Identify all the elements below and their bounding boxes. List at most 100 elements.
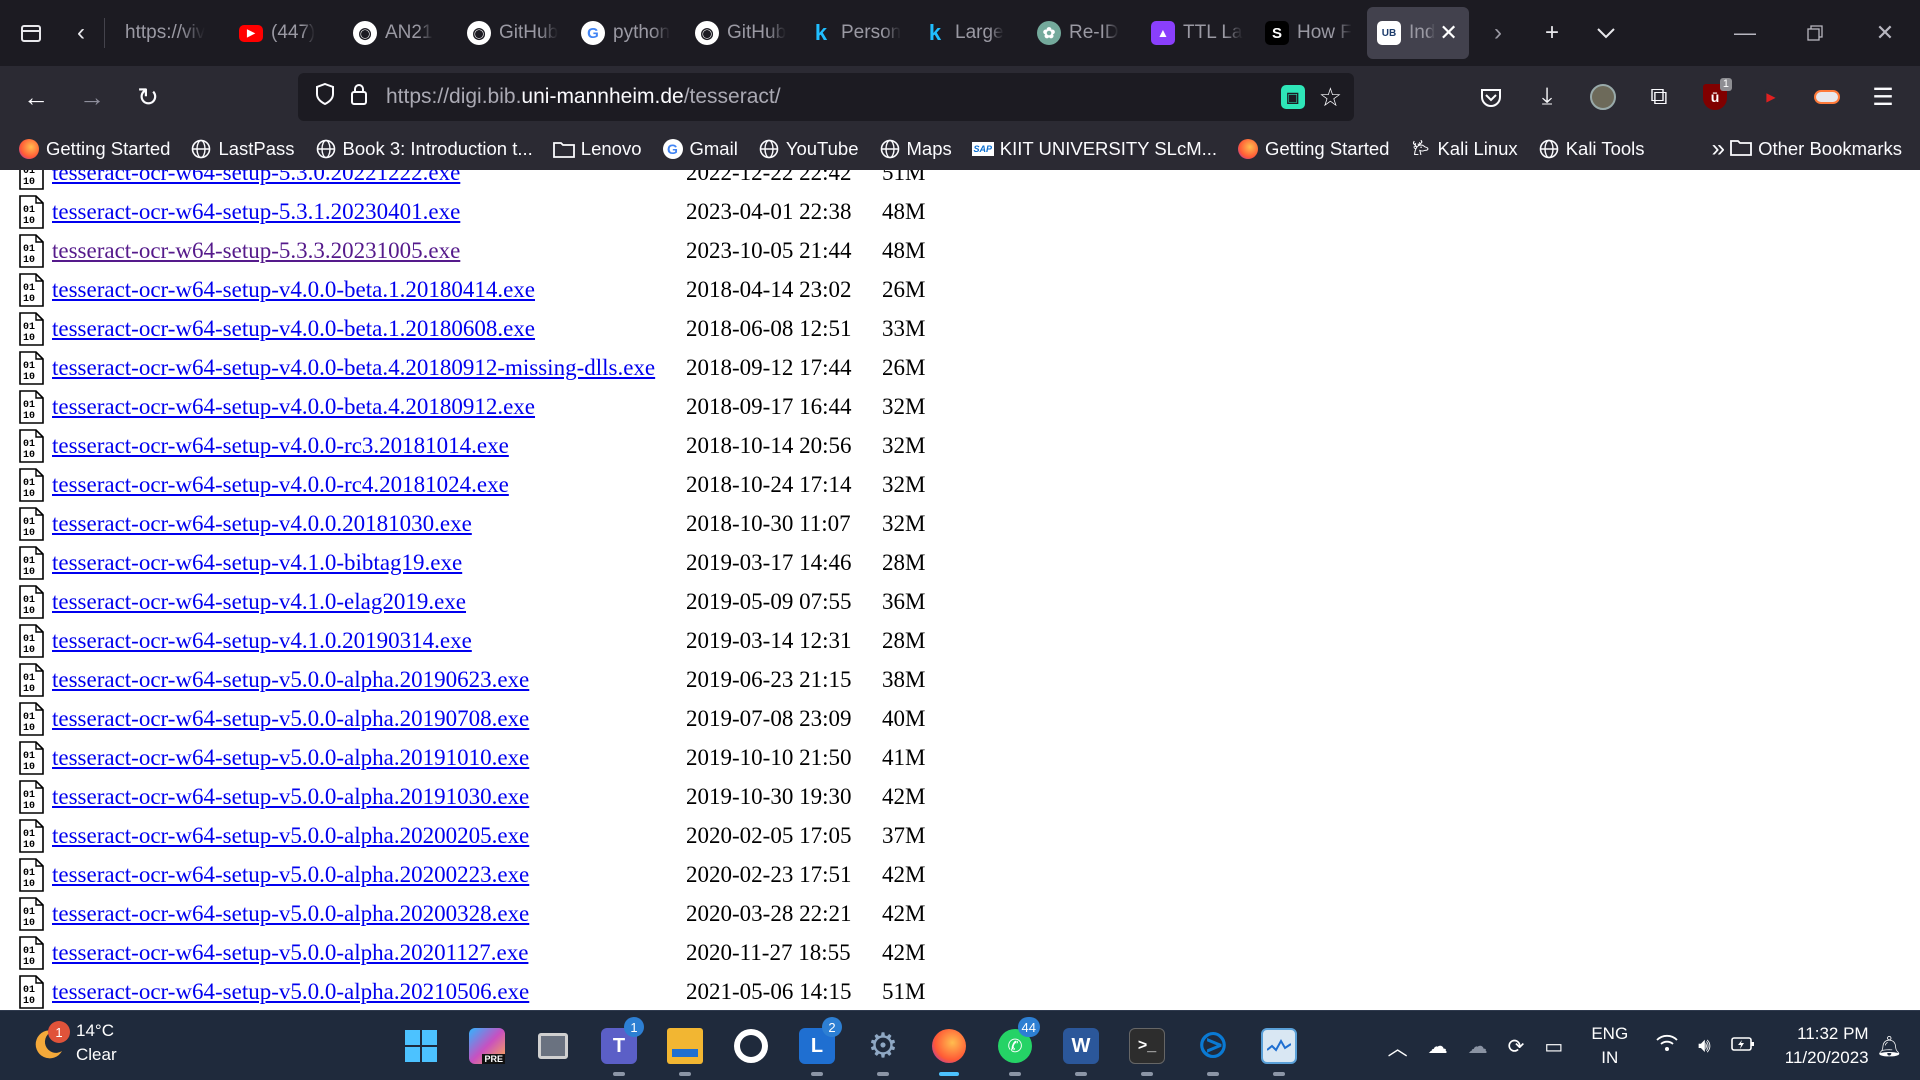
file-link[interactable]: tesseract-ocr-w64-setup-v4.1.0-bibtag19.… — [52, 550, 686, 576]
address-bar[interactable]: https://digi.bib.uni-mannheim.de/tessera… — [298, 73, 1354, 121]
bookmark-item[interactable]: Lenovo — [552, 138, 642, 160]
new-tab-plus-icon[interactable]: + — [1529, 10, 1575, 56]
bookmark-item[interactable]: G Gmail — [662, 138, 738, 160]
file-link[interactable]: tesseract-ocr-w64-setup-v4.0.0-rc4.20181… — [52, 472, 686, 498]
sync-icon[interactable]: ⟳ — [1508, 1034, 1525, 1059]
bookmark-item[interactable]: LastPass — [190, 138, 295, 160]
reader-extension-icon[interactable]: ▣ — [1280, 85, 1305, 109]
bookmark-item[interactable]: Maps — [879, 138, 952, 160]
downloads-icon[interactable]: ⤓ — [1524, 74, 1570, 120]
bookmark-item[interactable]: 𐂂 Kali Linux — [1409, 138, 1518, 160]
back-arrow-icon[interactable]: ← — [14, 75, 58, 119]
file-link[interactable]: tesseract-ocr-w64-setup-v5.0.0-alpha.202… — [52, 979, 686, 1005]
file-link[interactable]: tesseract-ocr-w64-setup-v5.0.0-alpha.201… — [52, 667, 686, 693]
task-view-icon[interactable] — [520, 1013, 586, 1079]
close-tab-icon[interactable]: ✕ — [1439, 20, 1457, 46]
windows-start-icon[interactable] — [388, 1013, 454, 1079]
terminal-icon[interactable]: >_ — [1114, 1013, 1180, 1079]
bookmarks-overflow-chevron-icon[interactable]: » — [1712, 135, 1725, 163]
file-link[interactable]: tesseract-ocr-w64-setup-5.3.3.20231005.e… — [52, 238, 686, 264]
onedrive-personal-cloud-icon[interactable]: ☁ — [1468, 1034, 1488, 1059]
word-icon[interactable]: W — [1048, 1013, 1114, 1079]
bookmark-item[interactable]: Book 3: Introduction t... — [315, 138, 533, 160]
file-link[interactable]: tesseract-ocr-w64-setup-v4.1.0-elag2019.… — [52, 589, 686, 615]
teams-icon[interactable]: T1 — [586, 1013, 652, 1079]
vscode-icon[interactable]: ⧁ — [1180, 1013, 1246, 1079]
account-avatar-icon[interactable] — [1580, 74, 1626, 120]
bookmark-star-icon[interactable]: ☆ — [1319, 82, 1342, 113]
restore-window-icon[interactable] — [1780, 0, 1850, 66]
clock[interactable]: 11:32 PM 11/20/2023 — [1785, 1022, 1869, 1070]
extensions-puzzle-icon[interactable]: ⧉ — [1636, 74, 1682, 120]
file-link[interactable]: tesseract-ocr-w64-setup-v4.0.0-beta.4.20… — [52, 355, 686, 381]
firefox-icon — [1237, 138, 1259, 160]
url-text[interactable]: https://digi.bib.uni-mannheim.de/tessera… — [386, 85, 781, 109]
volume-icon[interactable]: 🔊︎ — [1698, 1035, 1711, 1058]
browser-tab[interactable]: Gpython — [565, 7, 679, 59]
file-link[interactable]: tesseract-ocr-w64-setup-5.3.1.20230401.e… — [52, 199, 686, 225]
file-link[interactable]: tesseract-ocr-w64-setup-v5.0.0-alpha.201… — [52, 784, 686, 810]
list-all-tabs-chevron-icon[interactable] — [1583, 10, 1629, 56]
forward-arrow-icon[interactable]: → — [70, 75, 114, 119]
bookmark-item[interactable]: Getting Started — [1237, 138, 1389, 160]
github-desktop-icon[interactable] — [718, 1013, 784, 1079]
bookmark-item[interactable]: SAP KIIT UNIVERSITY SLcM... — [971, 138, 1217, 160]
browser-tab[interactable]: ◉ GitHub — [679, 7, 793, 59]
browser-tab[interactable]: UB Ind ✕ — [1367, 7, 1469, 59]
display-icon[interactable]: ▭ — [1544, 1034, 1563, 1059]
file-link[interactable]: tesseract-ocr-w64-setup-v4.0.0-beta.4.20… — [52, 394, 686, 420]
browser-tab[interactable]: ▶ (447) — [223, 7, 337, 59]
browser-tab[interactable]: k Person — [793, 7, 907, 59]
browser-tab[interactable]: https://viv — [109, 7, 223, 59]
weather-widget[interactable]: 1 14°C Clear — [28, 1019, 117, 1067]
other-bookmarks-folder[interactable]: Other Bookmarks — [1730, 138, 1902, 161]
file-link[interactable]: tesseract-ocr-w64-setup-v4.0.0-rc3.20181… — [52, 433, 686, 459]
browser-tab[interactable]: ✿ Re-ID — [1021, 7, 1135, 59]
bookmark-item[interactable]: Getting Started — [18, 138, 170, 160]
browser-tab[interactable]: S How F — [1249, 7, 1363, 59]
whatsapp-icon[interactable]: ✆ 44 — [982, 1013, 1048, 1079]
settings-gear-icon[interactable]: ⚙ — [850, 1013, 916, 1079]
notifications-bell-icon[interactable]: 🔔︎ — [1877, 1034, 1902, 1059]
file-link[interactable]: tesseract-ocr-w64-setup-v5.0.0-alpha.202… — [52, 901, 686, 927]
file-link[interactable]: tesseract-ocr-w64-setup-v4.0.0-beta.1.20… — [52, 277, 686, 303]
show-hidden-icons-chevron-icon[interactable]: ︿ — [1388, 1032, 1408, 1061]
battery-charging-icon[interactable] — [1730, 1035, 1755, 1058]
tab-scroll-right-icon[interactable]: › — [1475, 10, 1521, 56]
pocket-icon[interactable] — [1468, 74, 1514, 120]
file-link[interactable]: tesseract-ocr-w64-setup-v5.0.0-alpha.202… — [52, 940, 686, 966]
browser-tab[interactable]: k Large — [907, 7, 1021, 59]
copilot-pre-icon[interactable]: PRE — [454, 1013, 520, 1079]
wifi-icon[interactable] — [1656, 1034, 1678, 1058]
menu-hamburger-icon[interactable]: ☰ — [1860, 74, 1906, 120]
file-link[interactable]: tesseract-ocr-w64-setup-v5.0.0-alpha.202… — [52, 823, 686, 849]
reload-icon[interactable]: ↻ — [126, 75, 170, 119]
browser-tab[interactable]: ▲ TTL La — [1135, 7, 1249, 59]
file-link[interactable]: tesseract-ocr-w64-setup-v4.1.0.20190314.… — [52, 628, 686, 654]
file-link[interactable]: tesseract-ocr-w64-setup-5.3.0.20221222.e… — [52, 170, 686, 186]
bookmark-item[interactable]: YouTube — [758, 138, 859, 160]
firefox-icon[interactable] — [916, 1013, 982, 1079]
tracking-protection-shield-icon[interactable] — [308, 82, 342, 111]
input-language-indicator[interactable]: ENG IN — [1591, 1022, 1628, 1070]
tab-scroll-left-icon[interactable]: ‹ — [62, 10, 100, 56]
close-window-icon[interactable]: ✕ — [1850, 0, 1920, 66]
lock-icon[interactable] — [342, 83, 376, 111]
onedrive-cloud-icon[interactable]: ☁ — [1428, 1034, 1448, 1059]
file-explorer-icon[interactable] — [652, 1013, 718, 1079]
file-link[interactable]: tesseract-ocr-w64-setup-v4.0.0.20181030.… — [52, 511, 686, 537]
youtube-extension-icon[interactable]: ▶ — [1748, 74, 1794, 120]
browser-tab[interactable]: ◉ GitHub — [451, 7, 565, 59]
resource-monitor-icon[interactable] — [1246, 1013, 1312, 1079]
browser-tab[interactable]: ◉ AN21 — [337, 7, 451, 59]
file-link[interactable]: tesseract-ocr-w64-setup-v5.0.0-alpha.201… — [52, 706, 686, 732]
ublock-origin-icon[interactable]: ū 1 — [1692, 74, 1738, 120]
firefox-view-icon[interactable] — [8, 10, 54, 56]
minimize-window-icon[interactable]: — — [1710, 0, 1780, 66]
bookmark-item[interactable]: Kali Tools — [1538, 138, 1645, 160]
file-link[interactable]: tesseract-ocr-w64-setup-v5.0.0-alpha.201… — [52, 745, 686, 771]
extension-mask-icon[interactable] — [1804, 74, 1850, 120]
lenovo-l-icon[interactable]: L2 — [784, 1013, 850, 1079]
file-link[interactable]: tesseract-ocr-w64-setup-v5.0.0-alpha.202… — [52, 862, 686, 888]
file-link[interactable]: tesseract-ocr-w64-setup-v4.0.0-beta.1.20… — [52, 316, 686, 342]
